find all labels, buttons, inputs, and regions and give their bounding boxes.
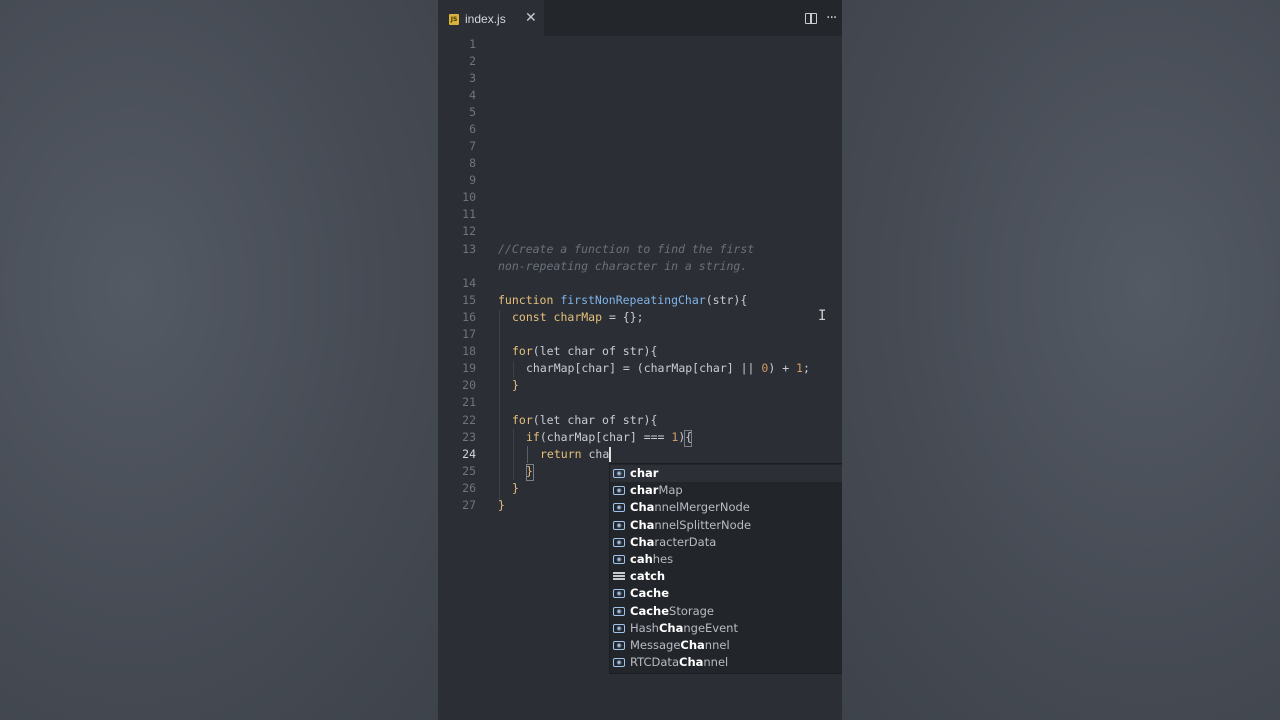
background-right [842, 0, 1280, 720]
autocomplete-suggestions[interactable]: ◉ char ◉ charMap ◉ ChannelMergerNode ◉ ChannelS… [609, 463, 842, 674]
suggestion-label: charMap [630, 483, 683, 498]
line-number: 10 [462, 190, 476, 204]
variable-icon: ◉ [613, 555, 625, 564]
line-number: 3 [469, 71, 476, 85]
background-left [0, 0, 438, 720]
line-number: 9 [469, 173, 476, 187]
code-line-23: if(charMap[char] === 1){ [526, 430, 693, 444]
suggestion-item[interactable]: ◉ ChannelSplitterNode [610, 517, 842, 534]
suggestion-label: CharacterData [630, 534, 717, 549]
code-line-16: const charMap = {}; [512, 310, 644, 324]
line-number: 13 [462, 242, 476, 256]
suggestion-label: catch [630, 569, 666, 584]
suggestion-label: ChannelMergerNode [630, 500, 750, 515]
tab-bar: JS index.js ✕ ··· [438, 0, 842, 36]
code-line-19: charMap[char] = (charMap[char] || 0) + 1… [526, 361, 810, 375]
variable-icon: ◉ [613, 589, 625, 599]
line-number: 5 [469, 105, 476, 119]
code-line-15: function firstNonRepeatingChar(str){ [498, 293, 748, 307]
code-line-13: //Create a function to find the first [498, 242, 755, 256]
line-number: 2 [469, 54, 476, 68]
variable-icon: ◉ [613, 623, 625, 633]
suggestion-item[interactable]: ◉ charMap [610, 482, 842, 499]
code-line-13-wrap: non-repeating character in a string. [498, 259, 748, 273]
suggestion-label: MessageChannel [630, 638, 730, 652]
line-number: 24 [462, 447, 476, 461]
mouse-ibeam-icon: Ι [818, 308, 827, 324]
suggestion-item[interactable]: ◉ cahhes [610, 551, 842, 568]
suggestion-label: char [630, 466, 659, 480]
suggestion-item[interactable]: ◉ CharacterData [610, 534, 842, 551]
line-number: 7 [469, 139, 476, 153]
line-number: 25 [462, 464, 476, 478]
line-number: 26 [462, 481, 476, 495]
suggestion-item[interactable]: ◉ RTCDataChannel [610, 654, 842, 671]
bracket-match-highlight [684, 430, 692, 447]
suggestion-label: cahhes [630, 552, 674, 566]
line-number: 27 [462, 498, 476, 512]
code-line-18: for(let char of str){ [512, 344, 658, 358]
suggestion-label: CacheStorage [630, 603, 715, 618]
more-actions-icon[interactable]: ··· [826, 10, 837, 26]
line-number: 12 [462, 224, 476, 238]
js-file-icon: JS [449, 14, 459, 25]
line-number: 8 [469, 156, 476, 170]
code-line-26: } [512, 481, 519, 495]
variable-icon: ◉ [613, 486, 625, 496]
line-number: 1 [469, 37, 476, 51]
variable-icon: ◉ [613, 469, 625, 478]
suggestion-item[interactable]: ◉ ChannelMergerNode [610, 499, 842, 516]
variable-icon: ◉ [613, 520, 625, 530]
line-number: 18 [462, 344, 476, 358]
text-cursor [609, 447, 611, 462]
suggestion-item[interactable]: ◉ CacheStorage [610, 603, 842, 620]
bracket-match-highlight [526, 464, 534, 481]
code-line-27: } [498, 498, 505, 512]
line-number: 21 [462, 395, 476, 409]
tab-index-js[interactable]: JS index.js ✕ [438, 0, 544, 36]
variable-icon: ◉ [613, 606, 625, 616]
code-line-22: for(let char of str){ [512, 413, 658, 427]
suggestion-label: Cache [630, 586, 670, 601]
line-number: 4 [469, 88, 476, 102]
line-number: 19 [462, 361, 476, 375]
line-number: 6 [469, 122, 476, 136]
code-line-20: } [512, 378, 519, 392]
suggestion-item[interactable]: ◉ char [610, 465, 842, 482]
line-number: 15 [462, 293, 476, 307]
suggestion-item[interactable]: catch [610, 568, 842, 585]
indent-guide [513, 361, 514, 378]
variable-icon: ◉ [613, 641, 625, 650]
variable-icon: ◉ [613, 658, 625, 668]
line-number: 23 [462, 430, 476, 444]
line-number: 22 [462, 413, 476, 427]
suggestion-label: ChannelSplitterNode [630, 517, 752, 532]
split-editor-icon[interactable] [805, 13, 817, 24]
keyword-icon [613, 572, 625, 581]
variable-icon: ◉ [613, 503, 625, 513]
tab-label: index.js [465, 12, 506, 26]
suggestion-item[interactable]: ◉ HashChangeEvent [610, 620, 842, 637]
line-number: 11 [462, 207, 476, 221]
close-icon[interactable]: ✕ [525, 10, 537, 26]
indent-guide [513, 429, 514, 480]
line-number: 16 [462, 310, 476, 324]
indent-guide-active [527, 446, 528, 463]
suggestion-label: HashChangeEvent [630, 620, 738, 635]
code-editor[interactable]: JS index.js ✕ ··· 1 2 3 4 5 6 7 8 9 10 11 12 13 14 15 1… [438, 0, 842, 720]
suggestion-item[interactable]: ◉ MessageChannel [610, 637, 842, 654]
suggestion-item[interactable]: ◉ Cache [610, 585, 842, 602]
code-line-24: return cha [540, 447, 610, 461]
suggestion-label: RTCDataChannel [630, 655, 729, 670]
variable-icon: ◉ [613, 537, 625, 547]
line-number: 20 [462, 378, 476, 392]
line-number: 17 [462, 327, 476, 341]
line-number: 14 [462, 276, 476, 290]
indent-guide [499, 310, 500, 503]
